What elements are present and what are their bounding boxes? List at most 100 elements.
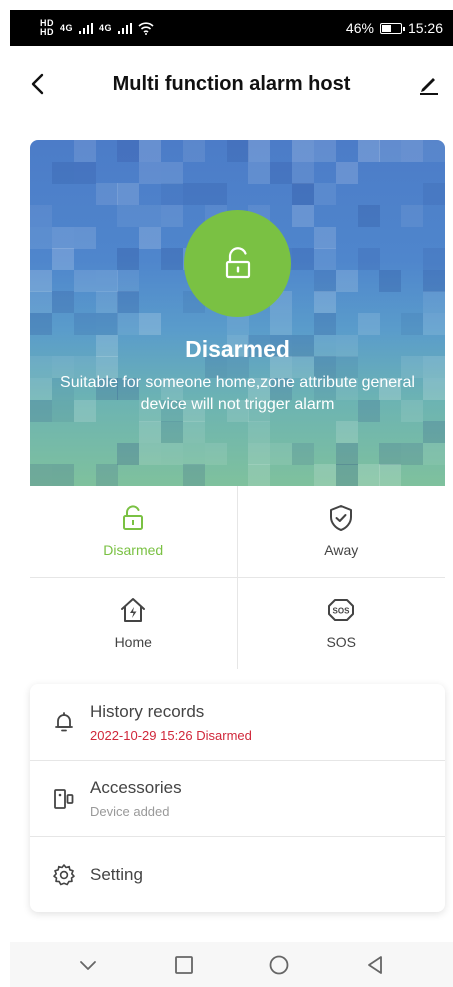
signal-icon [118,22,133,34]
accessories-text: Accessories Device added [90,778,182,819]
mosaic-tile [313,313,336,335]
mosaic-tile [51,291,74,314]
chevron-down-icon[interactable] [77,954,99,976]
mosaic-tile [95,269,118,292]
mosaic-tile [401,204,424,227]
alarm-state: Disarmed [185,336,290,362]
history-title: History records [90,701,205,721]
mosaic-tile [248,442,271,465]
mosaic-tile [423,140,445,162]
mosaic-tile [117,313,140,335]
mosaic-tile [139,421,162,444]
mode-sos[interactable]: SOS SOS [238,578,446,670]
page-title: Multi function alarm host [112,72,351,95]
home-circle-icon[interactable] [268,954,290,976]
mosaic-tile [161,183,184,206]
back-triangle-icon[interactable] [364,954,386,976]
mosaic-tile [357,464,380,486]
mosaic-tile [117,248,140,271]
mosaic-tile [357,313,380,335]
alarm-status-panel: Disarmed Suitable for someone home,zone … [30,140,445,486]
svg-text:SOS: SOS [333,607,351,616]
mosaic-tile [313,140,336,162]
mosaic-tile [423,377,445,400]
recents-square-icon[interactable] [173,954,195,976]
mosaic-tile [357,140,380,162]
history-records-row[interactable]: History records 2022-10-29 15:26 Disarme… [30,684,445,760]
mosaic-tile [335,442,358,465]
pencil-icon [420,78,438,95]
mosaic-tile [161,161,184,184]
mosaic-tile [248,161,271,184]
mode-disarmed[interactable]: Disarmed [30,486,238,578]
setting-row[interactable]: Setting [30,836,445,912]
accessories-title: Accessories [90,778,182,797]
shield-check-icon [330,505,353,532]
mosaic-tile [117,204,140,227]
system-nav-bar [10,942,453,987]
mosaic-tile [335,161,358,184]
mosaic-tile [313,291,336,314]
mosaic-tile [423,248,445,271]
mosaic-tile [379,442,402,465]
mosaic-tile [161,248,184,271]
mosaic-tile [379,464,402,486]
mosaic-tile [204,442,227,465]
status-bar: HD HD 4G 4G 46% 15:26 [10,10,453,46]
history-last-event: 2022-10-29 15:26 Disarmed [90,727,252,743]
app-header: Multi function alarm host [10,58,453,110]
status-right: 46% 15:26 [346,20,443,36]
mosaic-tile [51,464,74,486]
mosaic-tile [95,313,118,335]
mosaic-tile [313,226,336,249]
app-screen: HD HD 4G 4G 46% 15:26 Multi function ala… [0,0,453,987]
mode-selector: Disarmed Away Home SOS SOS [30,486,445,669]
mosaic-tile [401,442,424,465]
status-left: HD HD 4G 4G [40,19,154,37]
mosaic-tile [117,442,140,465]
mosaic-tile [51,226,74,249]
bell-icon [55,712,73,732]
setting-text: Setting [90,865,143,885]
mosaic-tile [182,140,205,162]
edit-button[interactable] [415,70,443,98]
home-bolt-icon [121,598,146,623]
mode-away[interactable]: Away [237,486,445,578]
accessories-row[interactable]: Accessories Device added [30,760,445,836]
mode-home[interactable]: Home [30,577,238,669]
mosaic-tile [73,313,96,335]
network-type-1: 4G [60,23,74,33]
mode-label: SOS [326,634,357,651]
mosaic-tile [30,399,52,422]
back-button[interactable] [24,70,52,98]
mosaic-tile [30,291,52,314]
unlock-icon [123,505,144,531]
unlock-icon [225,246,250,278]
wifi-icon [138,21,154,35]
mosaic-tile [30,269,52,292]
mosaic-tile [423,291,445,314]
hd-indicator: HD HD [40,19,54,37]
gear-icon [53,863,75,885]
mosaic-tile [401,313,424,335]
mosaic-tile [292,161,315,184]
setting-title: Setting [90,864,143,884]
mosaic-tile [270,313,293,335]
history-text: History records 2022-10-29 15:26 Disarme… [90,702,252,743]
sos-icon: SOS [328,599,355,622]
mosaic-tile [248,421,271,444]
mosaic-tile [139,313,162,335]
mosaic-tile [357,248,380,271]
mosaic-tile [161,204,184,227]
mosaic-tile [30,204,52,227]
mosaic-tile [51,161,74,184]
mosaic-tile [335,421,358,444]
mosaic-tile [182,421,205,444]
signal-icon [79,22,94,34]
mosaic-tile [335,269,358,292]
mosaic-tile [270,442,293,465]
mosaic-tile [292,442,315,465]
lock-status-button[interactable] [184,210,291,317]
mosaic-tile [95,183,118,206]
mosaic-tile [423,442,445,465]
